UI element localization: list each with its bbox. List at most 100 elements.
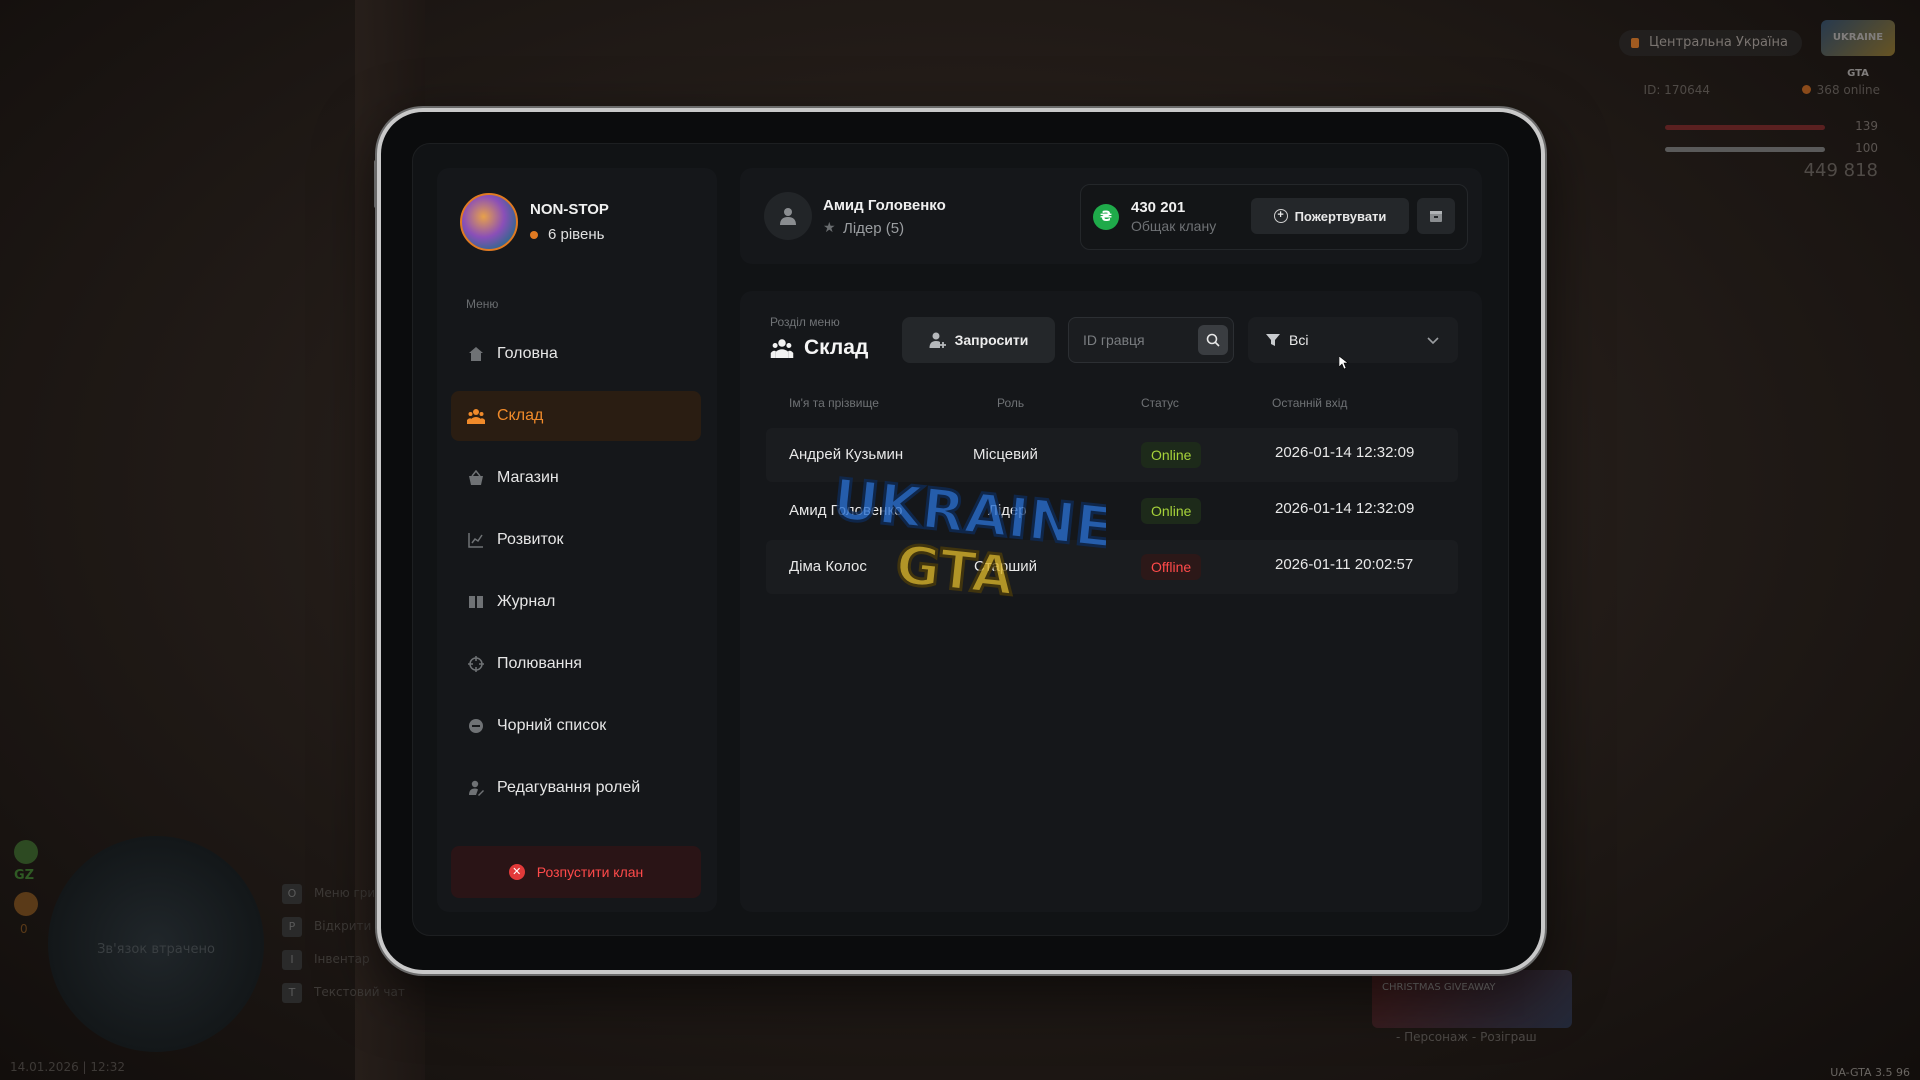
member-last-login: 2026-01-11 20:02:57 — [1275, 556, 1414, 573]
hint-key: I — [282, 950, 302, 970]
status-badge: Online — [1141, 442, 1202, 468]
fps-label: 96 — [1896, 1066, 1910, 1079]
sidebar-item-label: Склад — [497, 407, 544, 424]
column-header-last-login: Останній вхід — [1272, 396, 1348, 410]
wanted-icon — [14, 892, 38, 916]
member-role: Місцевий — [973, 446, 1038, 463]
hint-label: Інвентар — [314, 952, 370, 966]
donate-label: Пожертвувати — [1294, 208, 1387, 224]
region-indicator: Центральна Україна — [1618, 30, 1802, 56]
sidebar-item-journal[interactable]: Журнал — [451, 577, 701, 627]
search-button[interactable] — [1198, 325, 1228, 355]
hint-label: Відкрити т — [314, 919, 383, 933]
giveaway-banner: CHRISTMAS GIVEAWAY — [1372, 970, 1572, 1028]
invite-label: Запросити — [954, 332, 1029, 348]
plus-circle-icon: + — [1273, 209, 1288, 223]
chart-icon — [467, 531, 485, 549]
gz-icon — [14, 840, 38, 864]
member-name: Діма Колос — [789, 558, 867, 575]
sidebar-item-shop[interactable]: Магазин — [451, 453, 701, 503]
armor-bar — [1665, 147, 1825, 152]
sidebar-item-label: Полювання — [497, 655, 582, 672]
donate-button[interactable]: + Пожертвувати — [1251, 198, 1409, 234]
member-role: Лідер — [988, 502, 1027, 519]
bank-amount: 430 201 — [1131, 199, 1186, 216]
sidebar-item-roles[interactable]: Редагування ролей — [451, 763, 701, 813]
member-last-login: 2026-01-14 12:32:09 — [1275, 500, 1415, 517]
close-circle-icon: ✕ — [508, 864, 525, 880]
basket-icon — [467, 469, 485, 487]
region-label: Центральна Україна — [1648, 35, 1788, 50]
hint-label: Текстовий чат — [314, 985, 405, 999]
filter-icon — [1266, 334, 1280, 346]
mouse-cursor-icon — [1339, 356, 1349, 370]
crosshair-icon — [467, 655, 485, 673]
clan-name: NON-STOP — [530, 201, 609, 218]
disband-clan-button[interactable]: ✕ Розпустити клан — [451, 846, 701, 898]
player-search — [1068, 317, 1234, 363]
star-icon: ★ — [823, 220, 836, 236]
sidebar-item-label: Журнал — [497, 593, 556, 610]
column-header-name: Ім'я та прізвище — [789, 396, 879, 410]
version-label: UA-GTA 3.5 — [1830, 1066, 1893, 1079]
hint-inventory: I Інвентар — [282, 950, 370, 970]
member-name: Андрей Кузьмин — [789, 446, 904, 463]
bank-label: Общак клану — [1131, 218, 1217, 234]
user-icon — [780, 208, 796, 225]
sidebar-item-hunting[interactable]: Полювання — [451, 639, 701, 689]
people-icon — [770, 338, 794, 362]
hint-key: T — [282, 983, 302, 1003]
invite-button[interactable]: Запросити — [902, 317, 1055, 363]
gz-label: GZ — [14, 868, 35, 883]
health-value: 139 — [1855, 119, 1878, 133]
clan-level: 6 рівень — [548, 226, 605, 243]
menu-caption: Меню — [466, 297, 499, 311]
page-title: Склад — [804, 336, 869, 359]
block-icon — [467, 717, 485, 735]
wallet-icon — [1430, 211, 1442, 222]
hint-chat: T Текстовий чат — [282, 983, 405, 1003]
status-filter-select[interactable]: Всі — [1248, 317, 1458, 363]
book-icon — [467, 593, 485, 611]
sidebar-item-storage[interactable]: Склад — [451, 391, 701, 441]
sidebar-item-label: Головна — [497, 345, 558, 362]
user-avatar — [764, 192, 812, 240]
wanted-value: 0 — [20, 922, 28, 936]
status-badge: Online — [1141, 498, 1202, 524]
hint-open: P Відкрити т — [282, 917, 382, 937]
datetime: 14.01.2026 | 12:32 — [10, 1060, 125, 1074]
sidebar-item-label: Магазин — [497, 469, 559, 486]
people-icon — [467, 407, 485, 425]
member-name: Амид Головенко — [789, 502, 903, 519]
add-user-icon — [929, 332, 946, 348]
sidebar-item-blacklist[interactable]: Чорний список — [451, 701, 701, 751]
sidebar-item-label: Чорний список — [497, 717, 607, 734]
bank-history-button[interactable] — [1417, 198, 1455, 234]
minimap-status: Зв'язок втрачено — [97, 942, 215, 957]
user-edit-icon — [467, 779, 485, 797]
giveaway-caption: - Персонаж - Розіграш — [1396, 1030, 1537, 1044]
search-icon — [1206, 333, 1220, 347]
level-dot-icon — [530, 231, 538, 239]
version-info: UA-GTA 3.5 96 — [1830, 1066, 1910, 1079]
hint-key: P — [282, 917, 302, 937]
hint-menu: O Меню гри — [282, 884, 375, 904]
disband-label: Розпустити клан — [536, 864, 644, 880]
hint-key: O — [282, 884, 302, 904]
money-display: 449 818 — [1803, 160, 1878, 181]
health-bar — [1665, 125, 1825, 130]
filter-value: Всі — [1289, 332, 1309, 348]
member-last-login: 2026-01-14 12:32:09 — [1275, 444, 1415, 461]
search-input[interactable] — [1083, 318, 1193, 362]
member-role: Старший — [974, 558, 1038, 575]
online-count: 368 online — [1802, 83, 1880, 97]
chevron-down-icon — [1427, 337, 1439, 345]
sidebar-item-development[interactable]: Розвиток — [451, 515, 701, 565]
region-icon — [1630, 38, 1639, 48]
sidebar-item-label: Редагування ролей — [497, 779, 641, 796]
user-role: Лідер (5) — [843, 220, 905, 237]
sidebar-item-home[interactable]: Головна — [451, 329, 701, 379]
home-icon — [467, 345, 485, 363]
clan-avatar — [460, 193, 518, 251]
status-badge: Offline — [1141, 554, 1202, 580]
